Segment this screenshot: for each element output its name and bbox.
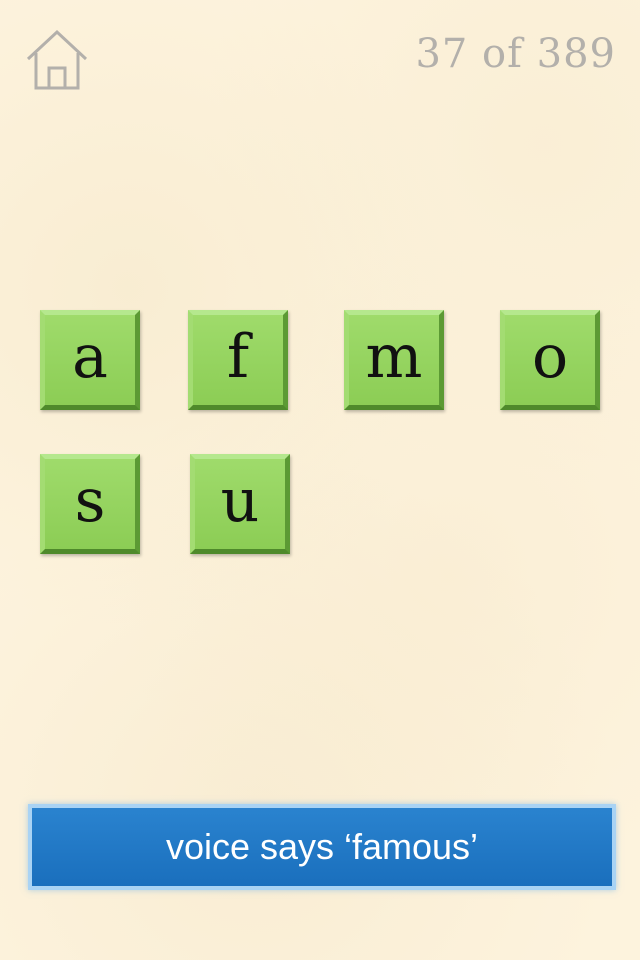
tile-letter: f <box>226 322 250 392</box>
tile-letter: a <box>72 322 108 392</box>
tile-letter: u <box>220 466 260 536</box>
letter-tile-m[interactable]: m <box>344 310 444 410</box>
home-button[interactable] <box>24 26 90 92</box>
tile-letter: m <box>365 322 423 392</box>
progress-counter: 37 of 389 <box>415 31 616 77</box>
letter-tile-o[interactable]: o <box>500 310 600 410</box>
letter-tile-a[interactable]: a <box>40 310 140 410</box>
tile-letter: s <box>74 466 106 536</box>
tile-letter: o <box>531 322 569 392</box>
letter-tile-u[interactable]: u <box>190 454 290 554</box>
letter-tile-s[interactable]: s <box>40 454 140 554</box>
home-icon <box>24 26 90 92</box>
voice-says-button[interactable]: voice says ‘famous’ <box>28 804 616 890</box>
voice-says-label: voice says ‘famous’ <box>165 826 479 867</box>
letter-tile-f[interactable]: f <box>188 310 288 410</box>
